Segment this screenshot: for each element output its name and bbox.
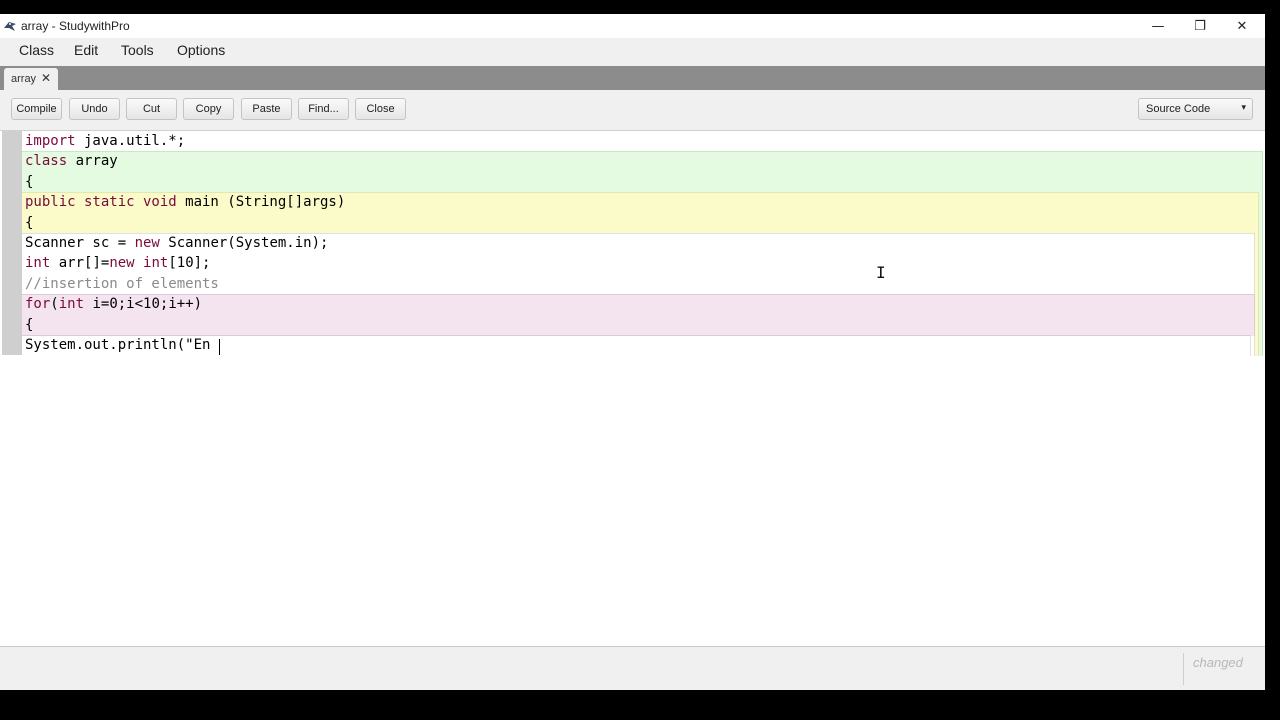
menu-edit[interactable]: Edit — [74, 42, 98, 58]
restore-icon: ❐ — [1194, 18, 1206, 34]
code-token: //insertion of elements — [25, 275, 219, 292]
undo-button[interactable]: Undo — [69, 98, 120, 120]
restore-button[interactable]: ❐ — [1179, 14, 1221, 38]
code-token: for — [25, 296, 51, 313]
code-line[interactable]: //insertion of elements — [25, 274, 219, 294]
code-line[interactable]: class array — [25, 151, 118, 171]
close-icon: ✕ — [1236, 18, 1248, 34]
code-line[interactable]: { — [25, 315, 33, 335]
minimize-button[interactable]: — — [1137, 14, 1179, 38]
tab-bar: array ✕ — [0, 66, 1265, 90]
close-window-button[interactable]: ✕ — [1221, 14, 1263, 38]
copy-button[interactable]: Copy — [183, 98, 234, 120]
bluej-bird-icon — [4, 22, 16, 31]
code-line[interactable]: { — [25, 213, 33, 233]
code-token: { — [25, 173, 34, 190]
code-token: main (String[]args) — [176, 194, 346, 211]
chevron-down-icon: ▾ — [1241, 102, 1246, 112]
code-line[interactable]: Scanner sc = new Scanner(System.in); — [25, 233, 328, 253]
cut-button[interactable]: Cut — [126, 98, 177, 120]
tab-close-icon[interactable]: ✕ — [41, 71, 51, 85]
code-token: array — [67, 153, 118, 170]
code-token: import — [25, 133, 76, 149]
find-button[interactable]: Find... — [298, 98, 349, 120]
code-token: System.out.println("En — [25, 337, 211, 353]
code-token: class — [25, 153, 68, 170]
code-token: public static void — [25, 194, 177, 211]
minimize-icon: — — [1151, 18, 1165, 34]
code-token: new — [109, 255, 135, 272]
paste-button[interactable]: Paste — [241, 98, 292, 120]
menu-options[interactable]: Options — [177, 42, 225, 58]
line-gutter — [2, 131, 22, 355]
code-line[interactable]: import java.util.*; — [25, 131, 185, 151]
code-token: Scanner sc = — [25, 235, 135, 251]
status-changed: changed — [1193, 655, 1243, 670]
tab-label: array — [11, 73, 37, 85]
code-token: int — [58, 296, 85, 313]
compile-button[interactable]: Compile — [11, 98, 62, 120]
code-token: i=0;i<10;i++) — [84, 296, 203, 313]
app-window: array - StudywithPro — ❐ ✕ Class Edit To… — [0, 14, 1265, 690]
menu-bar: Class Edit Tools Options — [0, 38, 1265, 64]
code-line[interactable]: for(int i=0;i<10;i++) — [25, 294, 202, 314]
code-line[interactable]: int arr[]=new int[10]; — [25, 253, 211, 273]
code-token: [10]; — [168, 255, 211, 272]
code-token: new — [134, 235, 160, 251]
code-token: java.util.*; — [75, 133, 186, 149]
code-token: { — [25, 214, 34, 231]
view-mode-select[interactable]: Source Code ▾ — [1138, 98, 1253, 120]
code-line[interactable]: public static void main (String[]args) — [25, 192, 345, 212]
text-cursor — [219, 339, 220, 355]
view-mode-value: Source Code — [1146, 103, 1211, 115]
code-editor[interactable]: import java.util.*; class array{public st… — [0, 130, 1265, 647]
window-title: array - StudywithPro — [21, 19, 130, 33]
code-token: int — [25, 255, 51, 272]
title-bar: array - StudywithPro — ❐ ✕ — [0, 14, 1265, 38]
code-token: { — [25, 316, 34, 333]
status-divider — [1183, 653, 1184, 685]
code-token: int — [143, 255, 169, 272]
tab-array[interactable]: array ✕ — [4, 68, 58, 90]
menu-tools[interactable]: Tools — [121, 42, 154, 58]
close-button[interactable]: Close — [355, 98, 406, 120]
code-token: Scanner(System.in); — [159, 235, 329, 251]
code-token: ( — [50, 296, 59, 313]
menu-class[interactable]: Class — [19, 42, 54, 58]
code-token: arr[]= — [50, 255, 110, 272]
toolbar: Compile Undo Cut Copy Paste Find... Clos… — [0, 90, 1265, 131]
code-line[interactable]: { — [25, 172, 33, 192]
ibeam-cursor-icon: I — [876, 263, 886, 282]
status-bar: changed — [0, 646, 1265, 690]
code-line[interactable]: System.out.println("En — [25, 335, 210, 355]
for-loop-scope — [22, 294, 1255, 336]
